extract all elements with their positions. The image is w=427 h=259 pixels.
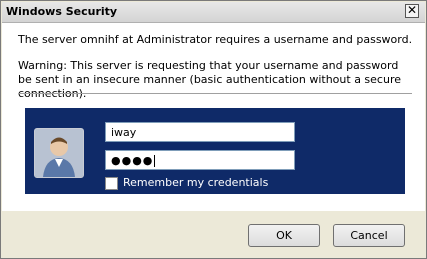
remember-checkbox[interactable] (105, 176, 118, 190)
cancel-button[interactable]: Cancel (333, 224, 405, 247)
window-title: Windows Security (6, 5, 118, 18)
close-button[interactable]: ✕ (405, 4, 419, 18)
remember-credentials-option[interactable]: Remember my credentials (105, 176, 268, 190)
remember-label: Remember my credentials (123, 176, 269, 189)
title-bar[interactable]: Windows Security ✕ (2, 2, 425, 23)
security-warning: Warning: This server is requesting that … (18, 59, 401, 100)
password-field[interactable]: ●●●● (105, 150, 295, 170)
server-message: The server omnihf at Administrator requi… (18, 33, 413, 46)
text-caret (154, 155, 156, 167)
windows-security-dialog: Windows Security ✕ The server omnihf at … (0, 0, 427, 259)
user-avatar-icon (34, 128, 84, 178)
credentials-panel: iway ●●●● Remember my credentials (25, 108, 405, 194)
password-mask: ●●●● (111, 154, 154, 167)
button-bar: OK Cancel (2, 211, 425, 258)
username-field[interactable]: iway (105, 122, 295, 142)
ok-button[interactable]: OK (248, 224, 320, 247)
close-icon: ✕ (406, 3, 418, 17)
dialog-content: The server omnihf at Administrator requi… (2, 23, 425, 211)
separator (18, 93, 412, 94)
